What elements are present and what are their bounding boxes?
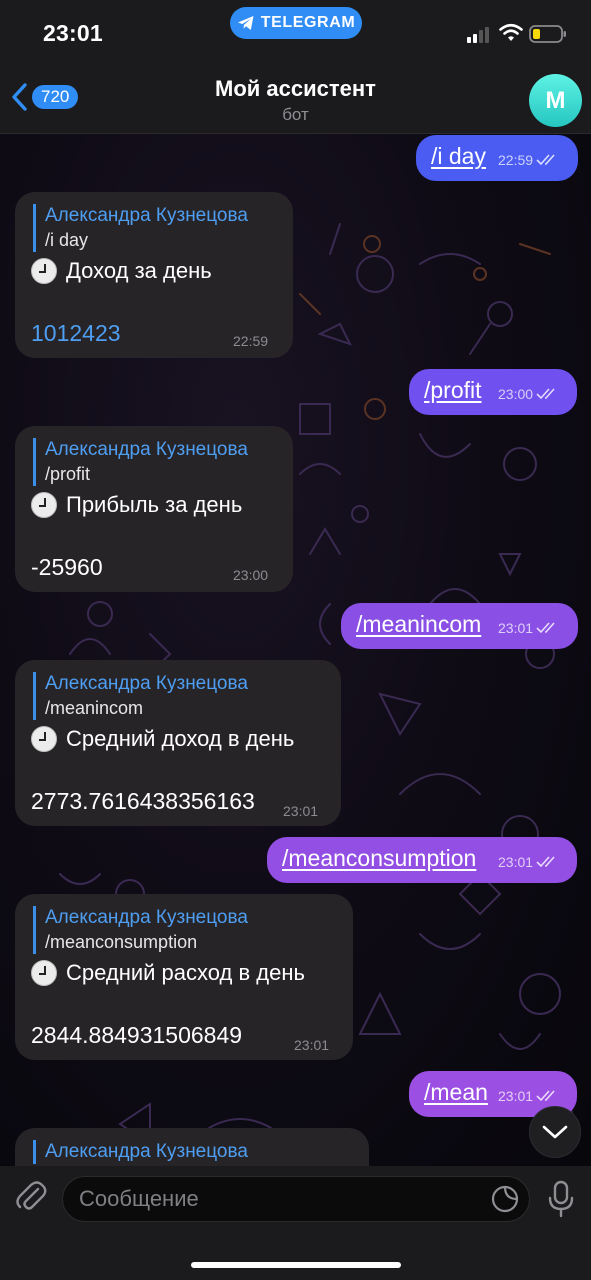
reply-author: Александра Кузнецова — [45, 1141, 248, 1162]
signal-icon — [467, 27, 489, 43]
scroll-to-bottom-button[interactable] — [529, 1106, 581, 1158]
message-title: Доход за день — [66, 258, 212, 283]
outgoing-message[interactable]: /profit 23:00 — [409, 369, 577, 415]
command-link[interactable]: /meanincom — [356, 611, 481, 638]
sticker-icon[interactable] — [490, 1184, 520, 1214]
message-time: 23:01 — [498, 854, 534, 870]
command-link[interactable]: /profit — [424, 377, 482, 404]
incoming-message[interactable]: Александра Кузнецова /meanincom Средний … — [15, 660, 341, 826]
reply-quote[interactable]: Александра Кузнецова /i day — [33, 204, 248, 252]
double-check-icon — [536, 388, 555, 400]
message-heading: Прибыль за день — [31, 492, 242, 518]
double-check-icon — [536, 622, 555, 634]
clock-icon — [31, 258, 57, 284]
message-input-field[interactable] — [62, 1176, 530, 1222]
reply-quote[interactable]: Александра Кузнецова — [33, 1140, 248, 1164]
double-check-icon — [536, 1090, 555, 1102]
chevron-down-icon — [542, 1125, 568, 1139]
wifi-icon — [499, 23, 523, 41]
reply-author: Александра Кузнецова — [45, 673, 248, 694]
avatar[interactable]: М — [529, 74, 582, 127]
reply-text: /profit — [45, 464, 91, 484]
clock-icon — [31, 492, 57, 518]
message-time: 22:59 — [233, 333, 269, 349]
message-meta: 22:59 — [498, 152, 558, 168]
phone-number-link[interactable]: 1012423 — [31, 320, 121, 347]
incoming-message[interactable]: Александра Кузнецова /profit Прибыль за … — [15, 426, 293, 592]
message-time: 22:59 — [498, 152, 534, 168]
command-link[interactable]: /meanconsumption — [282, 845, 476, 872]
reply-text: /meanincom — [45, 698, 144, 718]
message-value: 2844.884931506849 — [31, 1022, 243, 1048]
message-value: 2773.7616438356163 — [31, 788, 255, 814]
message-meta: 23:01 — [498, 620, 558, 636]
battery-icon — [529, 25, 566, 43]
message-meta: 23:00 — [498, 386, 558, 402]
message-time: 23:01 — [498, 620, 534, 636]
message-time: 23:01 — [283, 803, 319, 819]
paperclip-icon[interactable] — [14, 1179, 48, 1213]
message-input[interactable] — [79, 1177, 479, 1221]
outgoing-message[interactable]: /meanconsumption 23:01 — [267, 837, 577, 883]
home-indicator — [191, 1262, 401, 1268]
reply-text: /meanconsumption — [45, 932, 198, 952]
chat-header: 720 Мой ассистент бот М — [0, 62, 591, 134]
double-check-icon — [536, 856, 555, 868]
chat-subtitle: бот — [282, 105, 309, 124]
message-title: Прибыль за день — [66, 492, 243, 517]
incoming-message[interactable]: Александра Кузнецова /meanconsumption Ср… — [15, 894, 353, 1060]
message-value: -25960 — [31, 554, 103, 580]
reply-quote[interactable]: Александра Кузнецова /meanconsumption — [33, 906, 248, 954]
chat-title[interactable]: Мой ассистент — [0, 76, 591, 102]
message-meta: 23:01 — [498, 854, 558, 870]
chat-area[interactable]: /i day 22:59 Александра Кузнецова /i day… — [0, 134, 591, 1166]
reply-quote[interactable]: Александра Кузнецова /profit — [33, 438, 248, 486]
outgoing-message[interactable]: /i day 22:59 — [416, 135, 578, 181]
telegram-plane-icon — [237, 16, 254, 30]
message-time: 23:01 — [294, 1037, 330, 1053]
reply-quote[interactable]: Александра Кузнецова /meanincom — [33, 672, 248, 720]
message-heading: Доход за день — [31, 258, 212, 284]
command-link[interactable]: /i day — [431, 143, 486, 170]
incoming-message[interactable]: Александра Кузнецова — [15, 1128, 369, 1166]
command-link[interactable]: /mean — [424, 1079, 488, 1106]
message-heading: Средний доход в день — [31, 726, 294, 752]
clock-icon — [31, 960, 57, 986]
reply-author: Александра Кузнецова — [45, 907, 248, 928]
status-time: 23:01 — [43, 20, 103, 46]
telegram-pill-label: TELEGRAM — [260, 14, 356, 31]
incoming-message[interactable]: Александра Кузнецова /i day Доход за ден… — [15, 192, 293, 358]
message-heading: Средний расход в день — [31, 960, 305, 986]
clock-icon — [31, 726, 57, 752]
message-title: Средний расход в день — [66, 960, 305, 985]
telegram-pill[interactable]: TELEGRAM — [230, 7, 362, 39]
reply-text: /i day — [45, 230, 89, 250]
outgoing-message[interactable]: /meanincom 23:01 — [341, 603, 578, 649]
reply-author: Александра Кузнецова — [45, 439, 248, 460]
reply-author: Александра Кузнецова — [45, 205, 248, 226]
message-title: Средний доход в день — [66, 726, 295, 751]
message-time: 23:00 — [498, 386, 534, 402]
double-check-icon — [536, 154, 555, 166]
status-bar: 23:01 TELEGRAM — [0, 0, 591, 62]
message-meta: 23:01 — [498, 1088, 558, 1104]
message-time: 23:01 — [498, 1088, 534, 1104]
message-time: 23:00 — [233, 567, 269, 583]
microphone-icon[interactable] — [546, 1180, 576, 1218]
